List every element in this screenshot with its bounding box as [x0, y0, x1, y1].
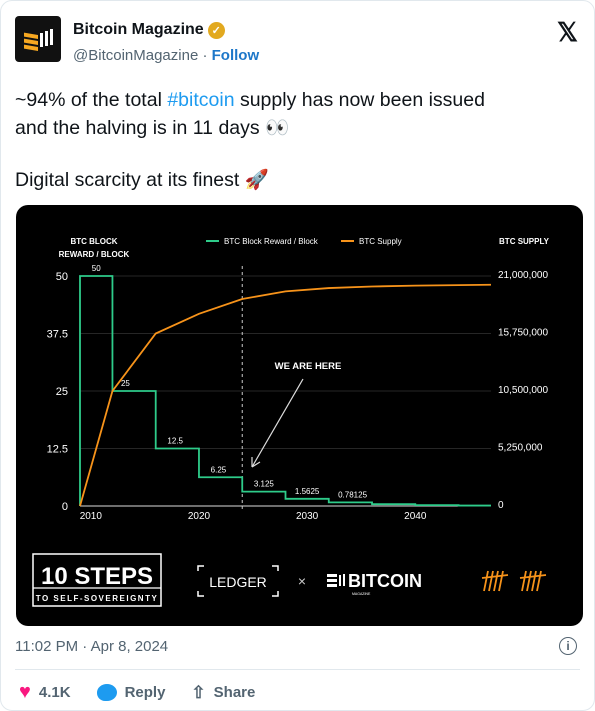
series-line-btc-supply [79, 283, 492, 507]
x-tick-label: 2010 [80, 511, 103, 522]
x-tick-label: 2020 [188, 511, 211, 522]
left-tick-label: 37.5 [47, 329, 68, 341]
share-icon: ⇧ [191, 682, 206, 702]
reply-bubble-icon [96, 684, 117, 701]
author-handle: @BitcoinMagazine · Follow [73, 47, 260, 64]
bitcoin-magazine-logo-icon [327, 574, 345, 587]
right-tick-label: 21,000,000 [498, 270, 548, 281]
left-tick-label: 25 [56, 386, 68, 398]
data-label: 50 [92, 264, 101, 273]
verified-badge-icon: ✓ [207, 21, 225, 39]
bitcoin-magazine-logo-icon [24, 29, 53, 52]
share-button[interactable]: ⇧ Share [191, 683, 255, 703]
data-label: 25 [121, 379, 130, 388]
steps-title: 10 STEPS [41, 563, 153, 590]
x-tick-label: 2030 [296, 511, 319, 522]
right-tick-label: 10,500,000 [498, 385, 548, 396]
data-label: 3.125 [254, 480, 275, 489]
data-label: 12.5 [167, 437, 183, 446]
data-label: 0.78125 [338, 490, 367, 499]
left-tick-label: 0 [62, 501, 68, 513]
data-label: 6.25 [211, 465, 227, 474]
left-tick-label: 50 [56, 271, 68, 283]
like-button[interactable]: ♥ 4.1K [19, 681, 71, 704]
heart-icon: ♥ [19, 681, 31, 703]
legend-label-supply: BTC Supply [359, 237, 402, 246]
data-label: 1.5625 [295, 487, 320, 496]
btc-supply-chart: 0 12.5 25 37.5 50 0 5,250,000 10,500,000 15,750,… [32, 237, 550, 607]
ledger-logo: LEDGER [209, 574, 267, 590]
tweet-image[interactable]: 0 12.5 25 37.5 50 0 5,250,000 10,500,000 15,750,… [16, 205, 583, 626]
x-logo-icon[interactable]: 𝕏 [557, 17, 578, 48]
info-icon[interactable]: i [559, 637, 577, 655]
collab-times: × [298, 573, 306, 589]
avatar[interactable] [15, 16, 61, 62]
legend-label-reward: BTC Block Reward / Block [224, 237, 319, 246]
tweet-text: ~94% of the total #bitcoin supply has no… [15, 89, 485, 191]
right-tick-label: 5,250,000 [498, 443, 543, 454]
x-tick-label: 2040 [404, 511, 427, 522]
left-axis-title: REWARD / BLOCK [59, 250, 130, 259]
magazine-logo: MAGAZINE [352, 592, 371, 596]
handle[interactable]: @BitcoinMagazine [73, 47, 198, 64]
left-axis-title: BTC BLOCK [70, 237, 117, 246]
reply-button[interactable]: Reply [96, 684, 165, 701]
author-name[interactable]: Bitcoin Magazine ✓ [73, 21, 225, 39]
right-axis-title: BTC SUPPLY [499, 237, 550, 246]
steps-subtitle: TO SELF-SOVEREIGNTY [36, 594, 159, 603]
left-tick-label: 12.5 [47, 444, 68, 456]
divider [15, 669, 580, 670]
right-tick-label: 0 [498, 500, 504, 511]
right-tick-label: 15,750,000 [498, 328, 548, 339]
hashtag-link[interactable]: #bitcoin [167, 89, 234, 111]
tweet-card: Bitcoin Magazine ✓ @BitcoinMagazine · Fo… [0, 0, 595, 711]
follow-button[interactable]: Follow [212, 47, 260, 64]
action-bar: ♥ 4.1K Reply ⇧ Share [19, 681, 281, 704]
tally-marks-icon [481, 570, 547, 592]
timestamp[interactable]: 11:02 PM · Apr 8, 2024 [15, 638, 168, 655]
annotation-arrow [251, 378, 304, 468]
annotation-we-are-here: WE ARE HERE [275, 361, 342, 372]
bitcoin-logo: BITCOIN [348, 571, 422, 591]
